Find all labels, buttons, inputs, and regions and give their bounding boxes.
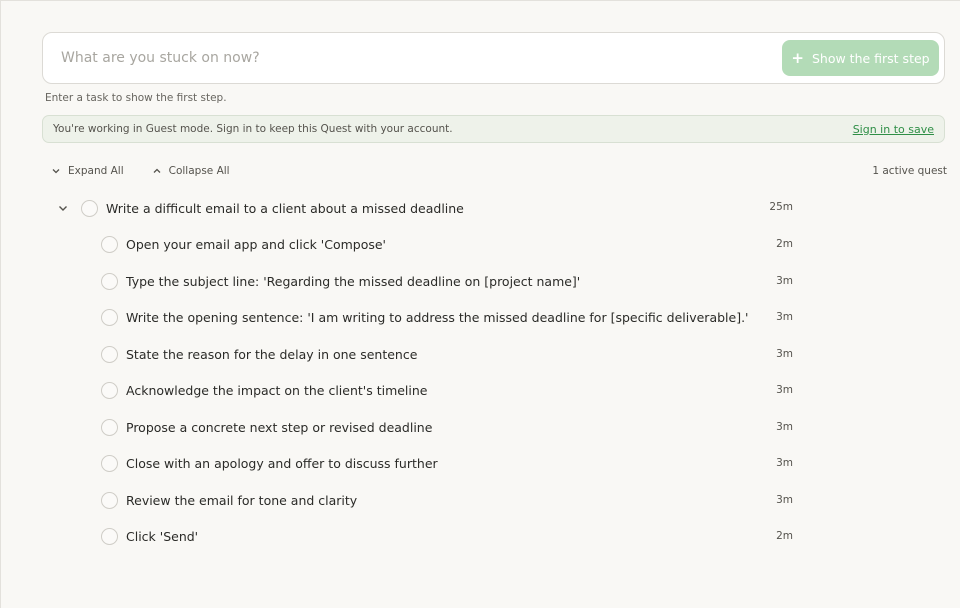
- task-entry-bar: + Show the first step: [42, 32, 945, 84]
- step-row[interactable]: Click 'Send': [101, 524, 198, 548]
- chevron-up-icon: [153, 168, 161, 173]
- step-label: Close with an apology and offer to discu…: [126, 455, 438, 471]
- quest-controls: Expand All Collapse All 1 active quest: [51, 163, 947, 179]
- show-first-step-button[interactable]: + Show the first step: [782, 40, 939, 76]
- step-duration: 3m: [776, 494, 793, 506]
- step-checkbox[interactable]: [101, 272, 118, 290]
- step-checkbox[interactable]: [101, 418, 118, 436]
- step-duration: 2m: [776, 530, 793, 542]
- step-duration: 2m: [776, 238, 793, 250]
- chevron-down-icon: [52, 169, 60, 174]
- step-label: Acknowledge the impact on the client's t…: [126, 382, 428, 398]
- expand-all-button[interactable]: Expand All: [51, 165, 124, 177]
- step-checkbox[interactable]: [101, 235, 118, 253]
- guest-mode-message: You're working in Guest mode. Sign in to…: [53, 123, 453, 135]
- step-label: Propose a concrete next step or revised …: [126, 419, 433, 435]
- step-row[interactable]: State the reason for the delay in one se…: [101, 342, 417, 366]
- collapse-all-button[interactable]: Collapse All: [152, 165, 230, 177]
- expand-all-label: Expand All: [68, 165, 124, 177]
- quest-title: Write a difficult email to a client abou…: [106, 200, 464, 216]
- quest-complete-checkbox[interactable]: [81, 199, 98, 217]
- step-checkbox[interactable]: [101, 527, 118, 545]
- step-row[interactable]: Propose a concrete next step or revised …: [101, 415, 432, 439]
- step-checkbox[interactable]: [101, 381, 118, 399]
- step-label: Review the email for tone and clarity: [126, 492, 358, 508]
- step-row[interactable]: Review the email for tone and clarity: [101, 488, 357, 512]
- step-checkbox[interactable]: [101, 345, 118, 363]
- step-label: State the reason for the delay in one se…: [126, 346, 418, 362]
- step-row[interactable]: Open your email app and click 'Compose': [101, 232, 386, 256]
- step-checkbox[interactable]: [101, 454, 118, 472]
- step-row[interactable]: Acknowledge the impact on the client's t…: [101, 378, 428, 402]
- step-checkbox[interactable]: [101, 491, 118, 509]
- plus-icon: +: [791, 48, 804, 67]
- step-row[interactable]: Write the opening sentence: 'I am writin…: [101, 305, 749, 329]
- step-duration: 3m: [776, 311, 793, 323]
- step-row[interactable]: Close with an apology and offer to discu…: [101, 451, 438, 475]
- sign-in-to-save-link[interactable]: Sign in to save: [853, 123, 934, 136]
- step-label: Click 'Send': [126, 528, 199, 544]
- quest-collapse-chevron-icon[interactable]: [57, 202, 69, 214]
- task-input[interactable]: [61, 33, 761, 82]
- step-label: Type the subject line: 'Regarding the mi…: [126, 273, 581, 289]
- step-duration: 3m: [776, 421, 793, 433]
- step-duration: 3m: [776, 348, 793, 360]
- step-row[interactable]: Type the subject line: 'Regarding the mi…: [101, 269, 580, 293]
- step-checkbox[interactable]: [101, 308, 118, 326]
- step-duration: 3m: [776, 384, 793, 396]
- guest-mode-banner: You're working in Guest mode. Sign in to…: [42, 115, 945, 143]
- quest-row[interactable]: Write a difficult email to a client abou…: [81, 196, 464, 220]
- quest-duration: 25m: [769, 201, 793, 213]
- input-hint: Enter a task to show the first step.: [45, 92, 227, 104]
- active-quest-count: 1 active quest: [872, 165, 947, 177]
- step-label: Open your email app and click 'Compose': [126, 236, 386, 252]
- step-duration: 3m: [776, 457, 793, 469]
- collapse-all-label: Collapse All: [168, 165, 230, 177]
- app-window: + Show the first step Enter a task to sh…: [0, 0, 960, 608]
- show-first-step-label: Show the first step: [811, 50, 930, 66]
- step-label: Write the opening sentence: 'I am writin…: [126, 309, 749, 325]
- step-duration: 3m: [776, 275, 793, 287]
